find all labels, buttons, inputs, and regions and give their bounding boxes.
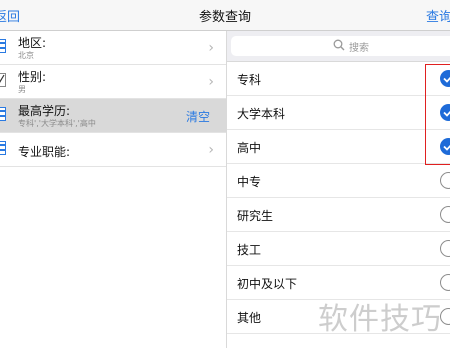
option-row[interactable]: 专科 (227, 62, 450, 96)
option-label: 技工 (237, 243, 262, 257)
search-icon (333, 39, 345, 51)
filter-row-region[interactable]: 地区: 北京 › (0, 31, 226, 65)
filter-row-gender[interactable]: 性别: 男 › (0, 65, 226, 99)
option-label: 高中 (237, 141, 262, 155)
unchecked-circle-icon[interactable] (440, 240, 450, 257)
option-row[interactable]: 高中 (227, 130, 450, 164)
chevron-right-icon: › (208, 40, 214, 56)
search-placeholder: 搜索 (349, 43, 369, 54)
option-label: 大学本科 (237, 107, 286, 121)
unchecked-circle-icon[interactable] (440, 172, 450, 189)
filter-title: 地区: (18, 36, 47, 50)
nav-bar: 返回 参数查询 查询 (0, 0, 450, 31)
document-icon (0, 39, 6, 53)
watermark-text: 软件技巧 (318, 302, 442, 337)
option-row[interactable]: 大学本科 (227, 96, 450, 130)
option-label: 其他 (237, 311, 262, 325)
filter-row-education[interactable]: 最高学历: 专科','大学本科','高中 清空 (0, 99, 226, 133)
document-icon (0, 107, 6, 121)
filter-title: 性别: (18, 70, 47, 84)
search-input[interactable]: 搜索 (231, 36, 450, 56)
filter-row-profession[interactable]: 专业职能: › (0, 133, 226, 167)
clear-button[interactable]: 清空 (186, 108, 210, 125)
filter-value: 男 (18, 85, 26, 94)
document-icon (0, 141, 6, 155)
filter-title: 专业职能: (18, 145, 71, 159)
annotation-highlight-box (425, 64, 450, 165)
option-label: 中专 (237, 175, 262, 189)
query-button[interactable]: 查询 (426, 6, 450, 25)
option-row[interactable]: 技工 (227, 232, 450, 266)
option-label: 专科 (237, 73, 262, 87)
filter-value: 北京 (18, 51, 34, 60)
chevron-right-icon: › (208, 142, 214, 158)
unchecked-circle-icon[interactable] (440, 206, 450, 223)
unchecked-circle-icon[interactable] (440, 274, 450, 291)
edit-document-icon (0, 73, 6, 87)
filter-list: 地区: 北京 › 性别: 男 › 最高学历: 专科','大学本科','高中 清空… (0, 31, 227, 348)
option-label: 初中及以下 (237, 277, 298, 291)
chevron-right-icon: › (208, 74, 214, 90)
search-bar: 搜索 (227, 31, 450, 62)
filter-title: 最高学历: (18, 104, 71, 118)
option-row[interactable]: 中专 (227, 164, 450, 198)
option-row[interactable]: 研究生 (227, 198, 450, 232)
filter-value: 专科','大学本科','高中 (18, 119, 96, 128)
option-label: 研究生 (237, 209, 274, 223)
page-title: 参数查询 (198, 10, 251, 25)
